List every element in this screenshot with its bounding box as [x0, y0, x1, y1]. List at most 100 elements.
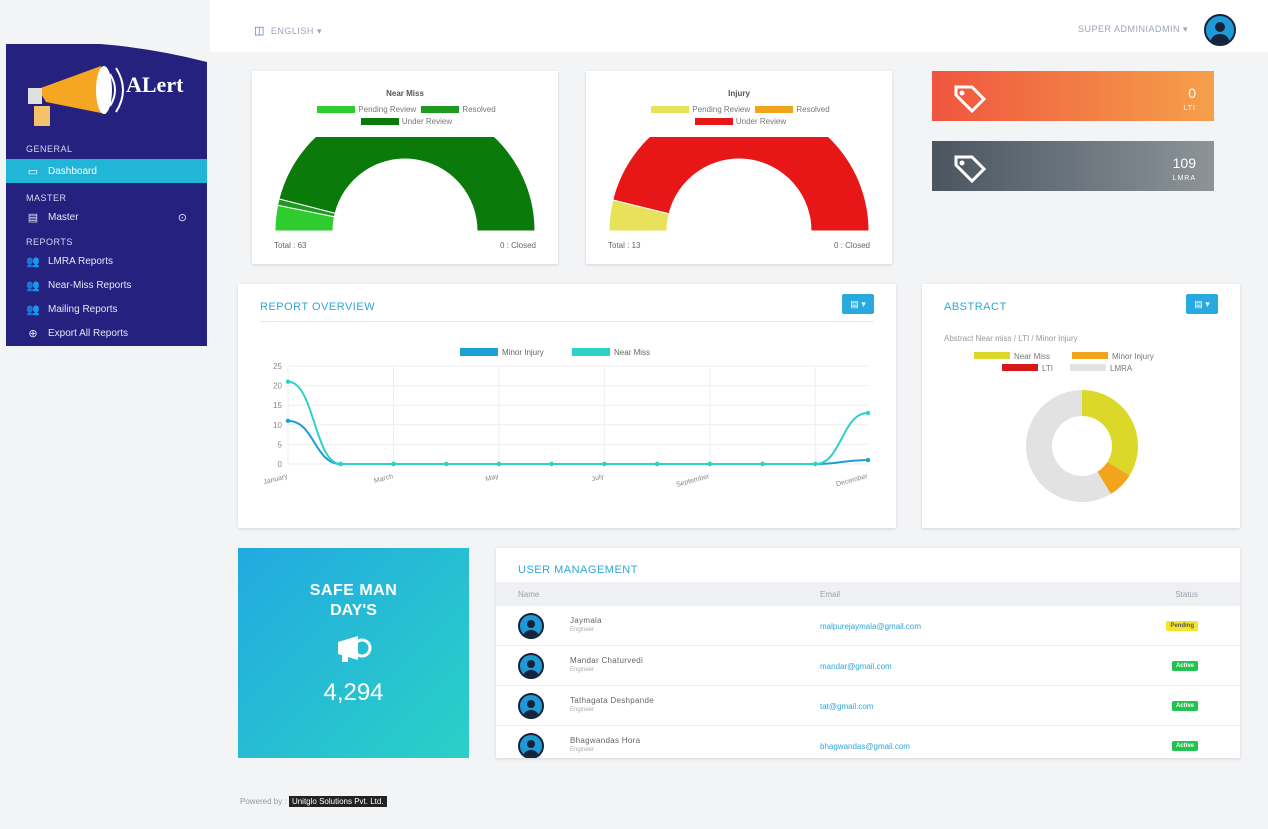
abstract-menu-button[interactable]: ▤ ▾ [1186, 294, 1218, 314]
donut-slice-near-miss[interactable] [1082, 390, 1138, 476]
status-badge: Active [1171, 701, 1198, 711]
user-email[interactable]: bhagwandas@gmail.com [820, 742, 910, 751]
grid-icon: ▤ [27, 211, 39, 224]
user-name: Jaymala [570, 616, 602, 625]
flag-icon: ◫ [254, 25, 265, 37]
section-reports: REPORTS [26, 237, 73, 247]
chart-legend: Minor Injury Near Miss [460, 348, 650, 357]
user-name: Mandar Chaturvedi [570, 656, 644, 665]
column-header-name[interactable]: Name [518, 590, 539, 599]
data-point [760, 461, 765, 467]
legend-label: Resolved [462, 105, 496, 114]
table-row[interactable]: Bhagwandas Hora Engineer bhagwandas@gmai… [496, 726, 1240, 758]
y-tick-label: 10 [273, 421, 282, 430]
sidebar-item-export-all-reports[interactable]: ⊕ Export All Reports [6, 321, 207, 345]
status-badge: Pending [1166, 621, 1198, 631]
legend-swatch [755, 106, 794, 114]
near-miss-title: Near Miss [386, 89, 424, 98]
download-icon: ⊕ [28, 327, 38, 340]
lmra-stat-card[interactable]: 109 LMRA [932, 141, 1214, 191]
legend-swatch [651, 106, 690, 114]
near-miss-card: Near Miss Pending Review Resolved Under … [252, 71, 558, 264]
data-point [443, 461, 449, 467]
legend-label: Minor Injury [1112, 352, 1154, 361]
y-tick-label: 5 [278, 440, 283, 449]
calendar-icon: ▤ [1194, 299, 1203, 309]
sidebar-item-lmra-reports[interactable]: 👥 LMRA Reports [6, 249, 207, 273]
avatar [518, 733, 544, 758]
user-role: Engineer [570, 627, 595, 633]
x-tick-label: July [591, 473, 605, 483]
x-tick-label: March [373, 473, 394, 485]
top-bar: ◫ ENGLISH ▾ SUPER ADMINIADMIN ▾ [210, 0, 1268, 52]
sidebar-item-near-miss-reports[interactable]: 👥 Near-Miss Reports [6, 273, 207, 297]
table-row[interactable]: Tathagata Deshpande Engineer tat@gmail.c… [496, 686, 1240, 726]
table-row[interactable]: Mandar Chaturvedi Engineer mandar@gmail.… [496, 646, 1240, 686]
chevron-down-icon: ▾ [316, 26, 322, 36]
legend-label: LTI [1042, 364, 1053, 373]
legend-swatch [317, 106, 356, 114]
tag-icon [954, 155, 987, 183]
users-icon: 👥 [26, 279, 40, 292]
megaphone-icon [337, 636, 371, 662]
data-point [285, 418, 291, 424]
user-menu[interactable]: SUPER ADMINIADMIN ▾ [1078, 24, 1188, 35]
data-point [865, 457, 871, 463]
divider [260, 321, 874, 322]
report-overview-chart: Minor Injury Near Miss 0 5 10 15 20 25 January Ma… [263, 348, 871, 489]
user-email[interactable]: mandar@gmail.com [820, 662, 892, 671]
legend-swatch [1070, 364, 1106, 371]
company-link[interactable]: Unitglo Solutions Pvt. Ltd. [288, 796, 387, 807]
data-point [602, 461, 607, 467]
sidebar-item-mailing-reports[interactable]: 👥 Mailing Reports [6, 297, 207, 321]
data-point [285, 379, 291, 384]
legend-swatch [572, 348, 610, 356]
legend-label: Near Miss [614, 348, 650, 357]
legend-label: Minor Injury [502, 348, 544, 357]
footer: Powered by : Unitglo Solutions Pvt. Ltd. [240, 796, 387, 807]
user-email[interactable]: tat@gmail.com [820, 702, 873, 711]
status-badge: Active [1171, 741, 1198, 751]
language-selector[interactable]: ◫ ENGLISH ▾ [254, 24, 322, 37]
legend-swatch [360, 118, 399, 126]
sidebar-item-label: LMRA Reports [48, 255, 114, 267]
legend-label: Pending Review [358, 105, 417, 114]
x-tick-label: January [263, 473, 289, 486]
data-point [865, 410, 871, 416]
report-overview-menu-button[interactable]: ▤ ▾ [842, 294, 874, 314]
avatar[interactable] [1204, 14, 1236, 46]
lti-stat-card[interactable]: 0 LTI [932, 71, 1214, 121]
injury-total: Total : 13 [608, 241, 641, 250]
legend-swatch [460, 348, 498, 356]
column-header-status[interactable]: Status [1175, 590, 1198, 599]
sidebar-item-dashboard[interactable]: ▭ Dashboard [6, 159, 207, 183]
user-name: Bhagwandas Hora [570, 736, 641, 745]
powered-by-label: Powered by : [240, 797, 287, 806]
series-line-near-miss [287, 380, 869, 465]
data-point [496, 461, 502, 467]
avatar [518, 693, 544, 719]
user-role: Engineer [570, 707, 595, 713]
chart-legend: Near Miss Minor Injury LTI LMRA [974, 352, 1154, 373]
safe-man-days-card: SAFE MAN DAY'S 4,294 [238, 548, 469, 758]
sidebar: ALert GENERAL ▭ Dashboard MASTER ▤ Maste… [6, 44, 207, 346]
chevron-circle-icon: ⊙ [177, 211, 187, 224]
user-role: Engineer [570, 667, 595, 673]
series-line-minor-injury [287, 419, 869, 465]
legend-label: Near Miss [1014, 352, 1050, 361]
user-email[interactable]: malpurejaymala@gmail.com [820, 622, 921, 631]
avatar [518, 653, 544, 679]
sidebar-item-master[interactable]: ▤ Master ⊙ [6, 205, 207, 229]
abstract-subtitle: Abstract Near miss / LTI / Minor Injury [944, 334, 1078, 343]
sidebar-item-label: Mailing Reports [48, 303, 118, 315]
near-miss-legend: Pending Review Resolved Under Review [252, 104, 558, 128]
legend-label: Pending Review [692, 105, 751, 114]
column-header-email[interactable]: Email [820, 590, 840, 599]
y-tick-label: 25 [273, 362, 282, 371]
x-tick-label: September [675, 473, 711, 489]
abstract-donut-chart: Near Miss Minor Injury LTI LMRA [974, 352, 1154, 502]
chevron-down-icon: ▾ [1182, 24, 1188, 34]
table-row[interactable]: Jaymala Engineer malpurejaymala@gmail.co… [496, 606, 1240, 646]
brand-name: ALert [126, 72, 184, 97]
near-miss-gauge [274, 137, 536, 232]
